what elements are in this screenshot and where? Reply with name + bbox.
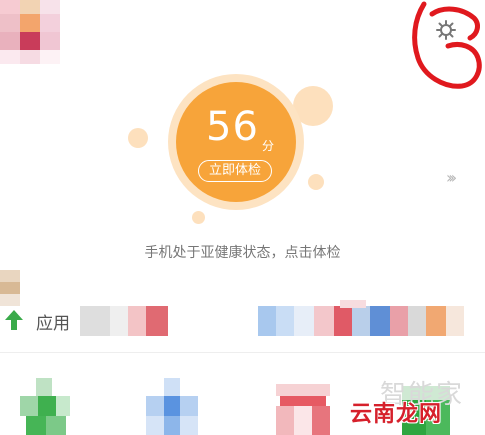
score-unit: 分 bbox=[262, 139, 275, 153]
avatar-pixelated[interactable] bbox=[0, 0, 60, 64]
pixelated-accent bbox=[340, 300, 366, 308]
divider bbox=[0, 352, 485, 353]
settings-button[interactable] bbox=[404, 0, 485, 95]
pixelated-app-row-right bbox=[258, 306, 464, 336]
app-icon-pixelated[interactable] bbox=[20, 378, 70, 435]
chevron-double-right-icon[interactable]: ››› bbox=[446, 168, 457, 187]
pixelated-icon-fragment bbox=[0, 270, 20, 306]
up-arrow-icon[interactable] bbox=[4, 309, 24, 331]
score-value: 56 bbox=[206, 104, 259, 150]
app-icon-pixelated[interactable] bbox=[146, 378, 198, 435]
app-icon-pixelated[interactable] bbox=[276, 384, 330, 435]
bubble-decoration bbox=[192, 211, 205, 224]
section-label: 应用 bbox=[36, 314, 70, 334]
gear-icon bbox=[436, 20, 456, 40]
health-score-widget[interactable]: 56 分 立即体检 bbox=[168, 74, 304, 210]
annotation-scribble bbox=[412, 1, 482, 89]
bubble-decoration bbox=[308, 174, 324, 190]
bubble-decoration bbox=[128, 128, 148, 148]
check-now-button[interactable]: 立即体检 bbox=[198, 160, 272, 182]
pixelated-app-row-left bbox=[80, 306, 168, 336]
health-status-text[interactable]: 手机处于亚健康状态，点击体检 bbox=[0, 242, 485, 262]
watermark-site: 云南龙网 bbox=[350, 402, 443, 427]
